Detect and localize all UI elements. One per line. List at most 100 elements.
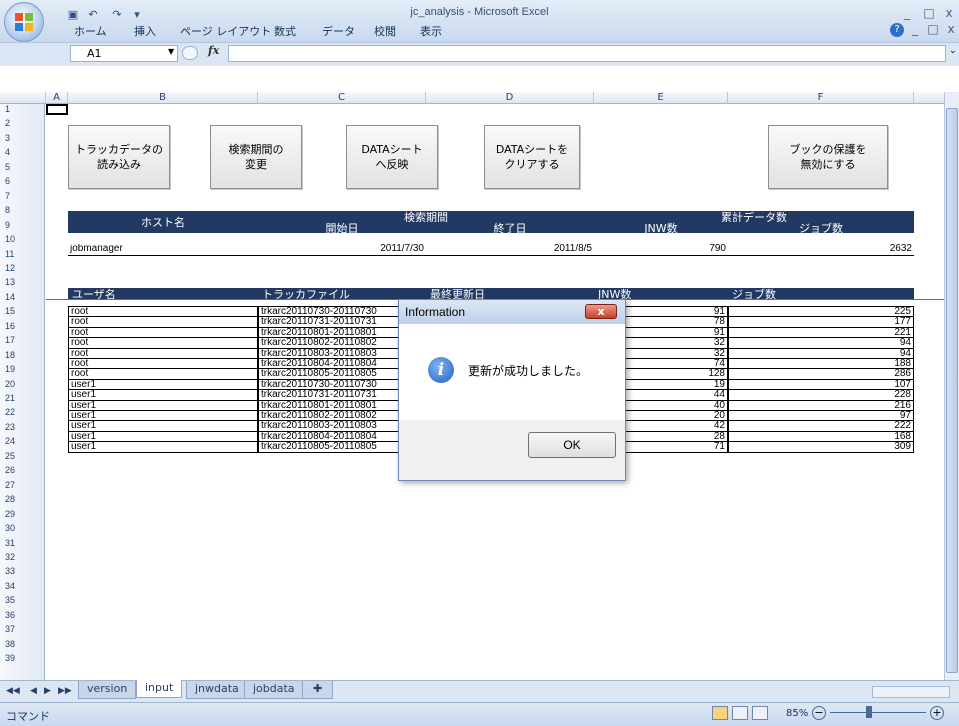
apply-to-data-sheet-button[interactable]: DATAシート へ反映 — [346, 125, 438, 189]
last-sheet-icon[interactable]: ▶▶ — [58, 686, 72, 696]
row-header[interactable]: 35 — [0, 595, 24, 606]
ok-button[interactable]: OK — [528, 432, 616, 458]
start-date-cell[interactable]: 2011/7/30 — [258, 244, 426, 255]
close-button[interactable]: x — [940, 6, 958, 20]
prev-sheet-icon[interactable]: ◀ — [30, 686, 37, 696]
select-all-corner[interactable] — [0, 92, 46, 104]
sheet-tab-version[interactable]: version — [78, 681, 137, 699]
zoom-level[interactable]: 85% — [786, 708, 808, 719]
row-header[interactable]: 31 — [0, 538, 24, 549]
function-icon[interactable]: fx — [208, 44, 219, 57]
row-header[interactable]: 3 — [0, 133, 24, 144]
change-search-period-button[interactable]: 検索期間の 変更 — [210, 125, 302, 189]
tab-page-layout[interactable]: ページ レイアウト — [180, 23, 271, 39]
row-header[interactable]: 7 — [0, 191, 24, 202]
row-header[interactable]: 16 — [0, 321, 24, 332]
next-sheet-icon[interactable]: ▶ — [44, 686, 51, 696]
row-header[interactable]: 18 — [0, 350, 24, 361]
column-header-e[interactable]: E — [594, 92, 728, 104]
row-header[interactable]: 30 — [0, 523, 24, 534]
sheet-tab-jobdata[interactable]: jobdata — [244, 681, 304, 699]
column-header-b[interactable]: B — [68, 92, 258, 104]
row-header[interactable]: 17 — [0, 335, 24, 346]
zoom-in-icon[interactable]: + — [930, 706, 944, 720]
jnw-total-cell[interactable]: 790 — [594, 244, 728, 255]
sheet-tab-input[interactable]: input — [136, 680, 183, 698]
row-header[interactable]: 6 — [0, 176, 24, 187]
page-layout-view-icon[interactable] — [732, 706, 748, 720]
dialog-close-button[interactable]: x — [585, 304, 617, 319]
tab-formulas[interactable]: 数式 — [274, 23, 296, 39]
row-header[interactable]: 22 — [0, 407, 24, 418]
row-header[interactable]: 1 — [0, 104, 24, 115]
row-header[interactable]: 27 — [0, 480, 24, 491]
row-header[interactable]: 37 — [0, 624, 24, 635]
first-sheet-icon[interactable]: ◀◀ — [6, 686, 20, 696]
load-tracker-data-button[interactable]: トラッカデータの 読み込み — [68, 125, 170, 189]
formula-cancel-icon[interactable] — [182, 46, 198, 60]
doc-restore-button[interactable]: □ — [924, 22, 942, 36]
vertical-scroll-thumb[interactable] — [946, 108, 958, 673]
zoom-slider[interactable] — [830, 712, 926, 713]
row-header[interactable]: 20 — [0, 379, 24, 390]
row-header[interactable]: 8 — [0, 205, 24, 216]
row-header[interactable]: 24 — [0, 436, 24, 447]
doc-close-button[interactable]: x — [942, 22, 959, 36]
normal-view-icon[interactable] — [712, 706, 728, 720]
name-box[interactable]: A1 — [70, 45, 178, 62]
tab-data[interactable]: データ — [322, 23, 355, 39]
clear-data-sheet-button[interactable]: DATAシートを クリアする — [484, 125, 580, 189]
doc-minimize-button[interactable]: _ — [906, 22, 924, 36]
maximize-button[interactable]: □ — [920, 6, 938, 20]
row-header[interactable]: 26 — [0, 465, 24, 476]
row-header[interactable]: 11 — [0, 249, 24, 260]
row-header[interactable]: 34 — [0, 581, 24, 592]
job-total-cell[interactable]: 2632 — [728, 244, 914, 255]
user-name-cell[interactable]: user1 — [68, 441, 258, 453]
row-header[interactable]: 32 — [0, 552, 24, 563]
row-header[interactable]: 19 — [0, 364, 24, 375]
row-header[interactable]: 21 — [0, 393, 24, 404]
row-header[interactable]: 33 — [0, 566, 24, 577]
row-header[interactable]: 9 — [0, 220, 24, 231]
chevron-down-icon[interactable]: ▼ — [168, 47, 174, 56]
row-header[interactable]: 25 — [0, 451, 24, 462]
row-header[interactable]: 12 — [0, 263, 24, 274]
sheet-tab-jnwdata[interactable]: jnwdata — [186, 681, 248, 699]
row-header[interactable]: 10 — [0, 234, 24, 245]
tab-view[interactable]: 表示 — [420, 23, 442, 39]
horizontal-scrollbar[interactable] — [872, 686, 950, 698]
zoom-out-icon[interactable]: − — [812, 706, 826, 720]
row-header[interactable]: 39 — [0, 653, 24, 664]
minimize-button[interactable]: _ — [898, 6, 916, 20]
row-header[interactable]: 28 — [0, 494, 24, 505]
zoom-slider-thumb[interactable] — [866, 706, 872, 718]
row-header[interactable]: 23 — [0, 422, 24, 433]
row-header[interactable]: 2 — [0, 118, 24, 129]
expand-formula-icon[interactable]: ⌄ — [949, 46, 957, 56]
insert-sheet-icon[interactable]: ✚ — [302, 681, 334, 699]
status-mode: コマンド — [6, 710, 50, 723]
column-header-f[interactable]: F — [728, 92, 914, 104]
column-header-c[interactable]: C — [258, 92, 426, 104]
row-header[interactable]: 15 — [0, 306, 24, 317]
disable-book-protection-button[interactable]: ブックの保護を 無効にする — [768, 125, 888, 189]
tab-insert[interactable]: 挿入 — [134, 23, 156, 39]
help-icon[interactable]: ? — [890, 23, 904, 37]
row-header[interactable]: 4 — [0, 147, 24, 158]
row-header[interactable]: 5 — [0, 162, 24, 173]
formula-input[interactable] — [228, 45, 946, 62]
page-break-view-icon[interactable] — [752, 706, 768, 720]
end-date-cell[interactable]: 2011/8/5 — [426, 244, 594, 255]
column-header-a[interactable]: A — [46, 92, 68, 104]
row-header[interactable]: 14 — [0, 292, 24, 303]
tab-home[interactable]: ホーム — [74, 23, 107, 39]
job-count-cell[interactable]: 309 — [728, 441, 914, 453]
row-header[interactable]: 38 — [0, 639, 24, 650]
host-name-cell[interactable]: jobmanager — [68, 244, 258, 255]
row-header[interactable]: 13 — [0, 277, 24, 288]
row-header[interactable]: 36 — [0, 610, 24, 621]
row-header[interactable]: 29 — [0, 509, 24, 520]
tab-review[interactable]: 校閲 — [374, 23, 396, 39]
column-header-d[interactable]: D — [426, 92, 594, 104]
